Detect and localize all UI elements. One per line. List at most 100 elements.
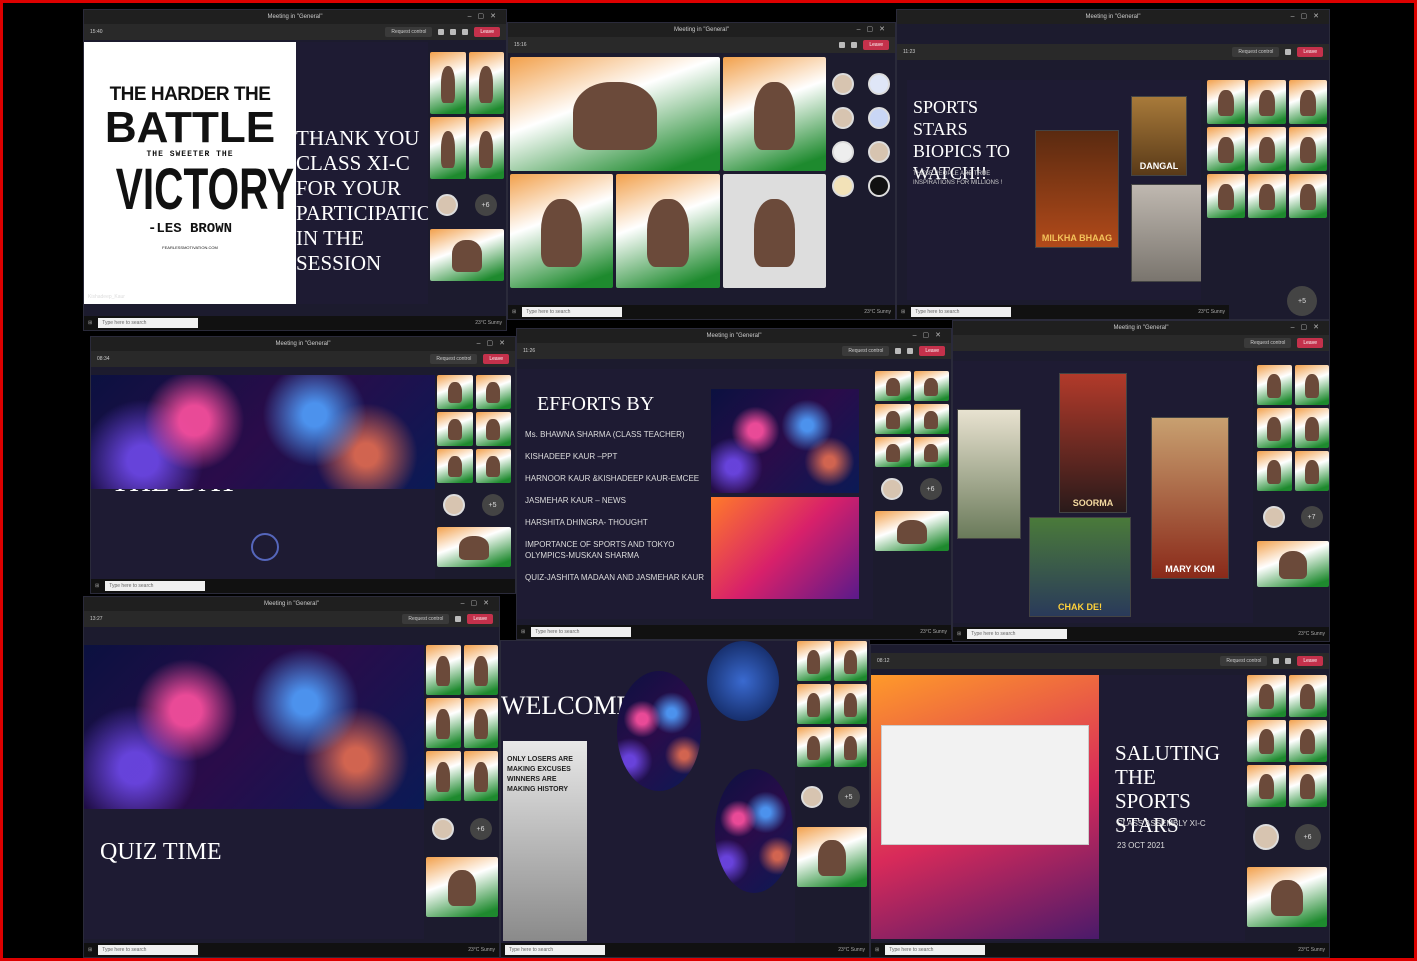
participant-avatar[interactable] <box>832 107 854 129</box>
camera-icon[interactable] <box>851 42 858 48</box>
participant-tile[interactable] <box>797 827 867 887</box>
participant-avatar[interactable] <box>1263 506 1285 528</box>
taskbar-search[interactable]: Type here to search <box>98 945 199 955</box>
participant-avatar[interactable] <box>868 107 890 129</box>
request-control-button[interactable]: Request control <box>430 354 478 364</box>
more-participants-button[interactable]: +5 <box>1287 286 1317 316</box>
camera-icon[interactable] <box>1285 658 1292 664</box>
participant-tile[interactable] <box>437 449 473 483</box>
participant-tile[interactable] <box>1207 127 1245 171</box>
participant-avatar[interactable] <box>832 175 854 197</box>
taskbar-search[interactable]: Type here to search <box>531 627 632 637</box>
participant-tile[interactable] <box>833 641 867 681</box>
chat-icon[interactable] <box>839 42 846 48</box>
participant-avatar[interactable] <box>832 141 854 163</box>
more-participants-button[interactable]: +5 <box>481 494 504 516</box>
participant-tile[interactable] <box>468 117 504 179</box>
window-controls[interactable]: –▢✕ <box>461 599 495 607</box>
participant-tile[interactable] <box>1257 408 1292 448</box>
participant-tile[interactable] <box>875 437 911 467</box>
request-control-button[interactable]: Request control <box>1220 656 1268 666</box>
participant-tile[interactable] <box>875 511 949 551</box>
more-participants-button[interactable]: +6 <box>1294 824 1321 850</box>
participant-tile[interactable] <box>1247 720 1286 762</box>
leave-button[interactable]: Leave <box>1297 47 1323 57</box>
participant-tile[interactable] <box>426 857 498 917</box>
participant-avatar[interactable] <box>881 478 903 500</box>
participant-tile[interactable] <box>463 698 498 748</box>
participant-avatar[interactable] <box>801 786 823 808</box>
window-controls[interactable]: –▢✕ <box>477 339 511 347</box>
participant-avatar[interactable] <box>832 73 854 95</box>
window-controls[interactable]: –▢✕ <box>1291 323 1325 331</box>
participant-tile[interactable] <box>1248 127 1286 171</box>
taskbar-search[interactable]: Type here to search <box>911 307 1012 317</box>
request-control-button[interactable]: Request control <box>402 614 450 624</box>
window-controls[interactable]: –▢✕ <box>1291 12 1325 20</box>
participant-video[interactable] <box>616 174 720 288</box>
participant-avatar[interactable] <box>868 141 890 163</box>
more-participants-button[interactable]: +6 <box>919 478 942 500</box>
participant-tile[interactable] <box>1247 675 1286 717</box>
participant-tile[interactable] <box>475 449 511 483</box>
participant-tile[interactable] <box>913 437 949 467</box>
taskbar-search[interactable]: Type here to search <box>105 581 206 591</box>
start-icon[interactable]: ⊞ <box>901 309 905 315</box>
participant-tile[interactable] <box>1289 127 1327 171</box>
taskbar-search[interactable]: Type here to search <box>967 629 1068 639</box>
participant-tile[interactable] <box>797 641 831 681</box>
participant-tile[interactable] <box>1289 80 1327 124</box>
more-participants-button[interactable]: +7 <box>1300 506 1323 528</box>
request-control-button[interactable]: Request control <box>1244 338 1292 348</box>
start-icon[interactable]: ⊞ <box>95 583 99 589</box>
participant-tile[interactable] <box>1288 675 1327 717</box>
participant-tile[interactable] <box>430 52 466 114</box>
participant-tile[interactable] <box>797 684 831 724</box>
start-icon[interactable]: ⊞ <box>88 947 92 953</box>
request-control-button[interactable]: Request control <box>385 27 433 37</box>
participant-tile[interactable] <box>1257 451 1292 491</box>
participant-tile[interactable] <box>833 684 867 724</box>
window-controls[interactable]: –▢✕ <box>913 331 947 339</box>
taskbar-search[interactable]: Type here to search <box>505 945 605 955</box>
taskbar-search[interactable]: Type here to search <box>522 307 623 317</box>
more-participants-button[interactable]: +6 <box>474 194 497 216</box>
participant-tile[interactable] <box>430 117 466 179</box>
taskbar-search[interactable]: Type here to search <box>98 318 199 328</box>
camera-icon[interactable] <box>907 348 914 354</box>
window-controls[interactable]: –▢✕ <box>857 25 891 33</box>
start-icon[interactable]: ⊞ <box>957 631 961 637</box>
leave-button[interactable]: Leave <box>863 40 889 50</box>
participant-tile[interactable] <box>1247 765 1286 807</box>
leave-button[interactable]: Leave <box>1297 338 1323 348</box>
leave-button[interactable]: Leave <box>919 346 945 356</box>
participant-avatar[interactable] <box>432 818 454 840</box>
participant-tile[interactable] <box>913 371 949 401</box>
leave-button[interactable]: Leave <box>483 354 509 364</box>
participant-tile[interactable] <box>1288 765 1327 807</box>
participant-avatar[interactable] <box>436 194 458 216</box>
participant-tile[interactable] <box>1257 365 1292 405</box>
chat-icon[interactable] <box>1285 49 1292 55</box>
participant-tile[interactable] <box>1294 365 1329 405</box>
participant-video[interactable] <box>510 174 614 288</box>
participant-tile[interactable] <box>1294 451 1329 491</box>
participant-tile[interactable] <box>1294 408 1329 448</box>
participant-avatar[interactable] <box>1253 824 1279 850</box>
more-participants-button[interactable]: +5 <box>837 786 860 808</box>
leave-button[interactable]: Leave <box>474 27 500 37</box>
participant-tile[interactable] <box>875 404 911 434</box>
participant-tile[interactable] <box>437 412 473 446</box>
chat-icon[interactable] <box>455 616 462 622</box>
participant-tile[interactable] <box>430 229 504 281</box>
camera-icon[interactable] <box>462 29 469 35</box>
participant-tile[interactable] <box>1248 174 1286 218</box>
participant-video[interactable] <box>722 174 826 288</box>
participant-tile[interactable] <box>797 727 831 767</box>
participant-tile[interactable] <box>1288 720 1327 762</box>
participant-tile[interactable] <box>1289 174 1327 218</box>
participant-avatar[interactable] <box>868 73 890 95</box>
participant-tile[interactable] <box>426 751 461 801</box>
participant-tile[interactable] <box>475 375 511 409</box>
start-icon[interactable]: ⊞ <box>512 309 516 315</box>
